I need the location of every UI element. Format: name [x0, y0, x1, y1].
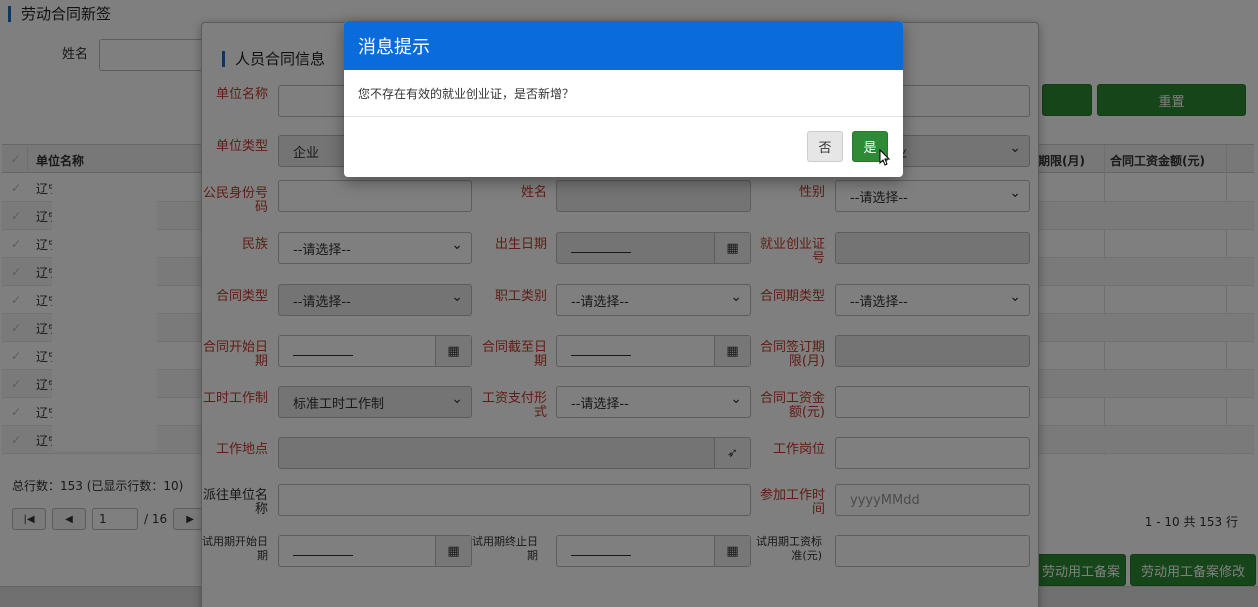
dialog-title: 消息提示: [344, 21, 903, 70]
dialog-message: 您不存在有效的就业创业证，是否新增？: [344, 70, 903, 117]
mouse-cursor-icon: [879, 149, 891, 166]
dialog-footer: 否 是: [344, 117, 903, 177]
message-dialog: 消息提示 您不存在有效的就业创业证，是否新增？ 否 是: [344, 21, 903, 177]
no-button[interactable]: 否: [807, 131, 843, 162]
